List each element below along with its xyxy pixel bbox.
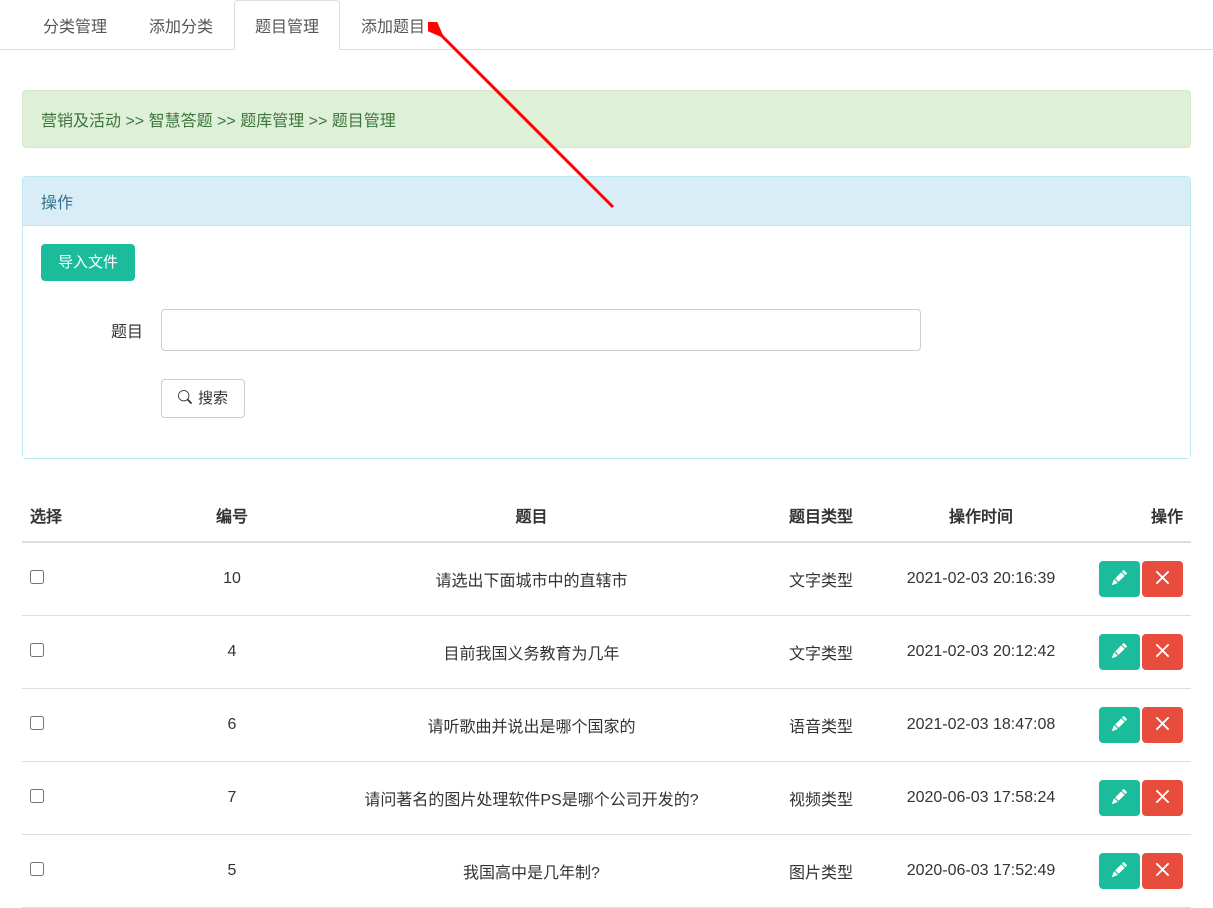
search-label: 题目 [41, 318, 161, 342]
col-select: 选择 [22, 489, 162, 542]
close-icon [1155, 570, 1170, 588]
breadcrumb-item: 题目管理 [332, 113, 396, 130]
close-icon [1155, 643, 1170, 661]
col-action: 操作 [1081, 489, 1191, 542]
table-row: 7请问著名的图片处理软件PS是哪个公司开发的?视频类型2020-06-03 17… [22, 762, 1191, 835]
search-input[interactable] [161, 309, 921, 351]
breadcrumb-item[interactable]: 营销及活动 [41, 113, 121, 130]
search-button[interactable]: 搜索 [161, 379, 245, 418]
action-panel: 操作 导入文件 题目 搜索 [22, 176, 1191, 459]
row-time: 2021-02-03 18:47:08 [881, 689, 1081, 762]
row-time: 2020-06-03 17:52:49 [881, 835, 1081, 908]
row-id: 10 [162, 542, 302, 616]
close-icon [1155, 716, 1170, 734]
row-time: 2020-06-03 17:58:24 [881, 762, 1081, 835]
breadcrumb-item[interactable]: 智慧答题 [149, 113, 213, 130]
delete-button[interactable] [1142, 634, 1183, 670]
tab-category-manage[interactable]: 分类管理 [22, 0, 128, 50]
edit-button[interactable] [1099, 780, 1140, 816]
row-checkbox[interactable] [30, 789, 44, 803]
table-row: 5我国高中是几年制?图片类型2020-06-03 17:52:49 [22, 835, 1191, 908]
col-type: 题目类型 [761, 489, 881, 542]
edit-icon [1112, 789, 1127, 807]
tab-question-manage[interactable]: 题目管理 [234, 0, 340, 50]
col-title: 题目 [302, 489, 761, 542]
import-file-button[interactable]: 导入文件 [41, 244, 135, 281]
row-title: 请听歌曲并说出是哪个国家的 [302, 689, 761, 762]
edit-icon [1112, 716, 1127, 734]
row-id: 6 [162, 689, 302, 762]
row-title: 我国高中是几年制? [302, 835, 761, 908]
row-type: 视频类型 [761, 762, 881, 835]
tab-category-add[interactable]: 添加分类 [128, 0, 234, 50]
col-time: 操作时间 [881, 489, 1081, 542]
row-type: 文字类型 [761, 616, 881, 689]
delete-button[interactable] [1142, 561, 1183, 597]
edit-button[interactable] [1099, 853, 1140, 889]
panel-title: 操作 [23, 177, 1190, 226]
table-row: 6请听歌曲并说出是哪个国家的语音类型2021-02-03 18:47:08 [22, 689, 1191, 762]
row-id: 4 [162, 616, 302, 689]
row-type: 文字类型 [761, 542, 881, 616]
row-checkbox[interactable] [30, 716, 44, 730]
row-checkbox[interactable] [30, 570, 44, 584]
breadcrumb-separator: >> [213, 113, 241, 130]
search-button-label: 搜索 [198, 391, 228, 406]
row-title: 请选出下面城市中的直辖市 [302, 542, 761, 616]
col-id: 编号 [162, 489, 302, 542]
row-id: 5 [162, 835, 302, 908]
close-icon [1155, 862, 1170, 880]
breadcrumb: 营销及活动 >> 智慧答题 >> 题库管理 >> 题目管理 [22, 90, 1191, 148]
edit-button[interactable] [1099, 634, 1140, 670]
row-id: 7 [162, 762, 302, 835]
breadcrumb-separator: >> [304, 113, 332, 130]
edit-icon [1112, 862, 1127, 880]
question-table-wrap: 选择 编号 题目 题目类型 操作时间 操作 10请选出下面城市中的直辖市文字类型… [0, 489, 1213, 908]
edit-button[interactable] [1099, 707, 1140, 743]
delete-button[interactable] [1142, 780, 1183, 816]
row-time: 2021-02-03 20:16:39 [881, 542, 1081, 616]
row-checkbox[interactable] [30, 643, 44, 657]
tabs-nav: 分类管理 添加分类 题目管理 添加题目 [0, 0, 1213, 50]
breadcrumb-item[interactable]: 题库管理 [240, 113, 304, 130]
breadcrumb-separator: >> [121, 113, 149, 130]
question-table: 选择 编号 题目 题目类型 操作时间 操作 10请选出下面城市中的直辖市文字类型… [22, 489, 1191, 908]
search-icon [178, 390, 192, 407]
row-title: 请问著名的图片处理软件PS是哪个公司开发的? [302, 762, 761, 835]
close-icon [1155, 789, 1170, 807]
row-title: 目前我国义务教育为几年 [302, 616, 761, 689]
row-type: 语音类型 [761, 689, 881, 762]
row-checkbox[interactable] [30, 862, 44, 876]
delete-button[interactable] [1142, 853, 1183, 889]
tab-question-add[interactable]: 添加题目 [340, 0, 446, 50]
table-row: 10请选出下面城市中的直辖市文字类型2021-02-03 20:16:39 [22, 542, 1191, 616]
edit-button[interactable] [1099, 561, 1140, 597]
edit-icon [1112, 570, 1127, 588]
row-time: 2021-02-03 20:12:42 [881, 616, 1081, 689]
row-type: 图片类型 [761, 835, 881, 908]
table-row: 4目前我国义务教育为几年文字类型2021-02-03 20:12:42 [22, 616, 1191, 689]
edit-icon [1112, 643, 1127, 661]
delete-button[interactable] [1142, 707, 1183, 743]
